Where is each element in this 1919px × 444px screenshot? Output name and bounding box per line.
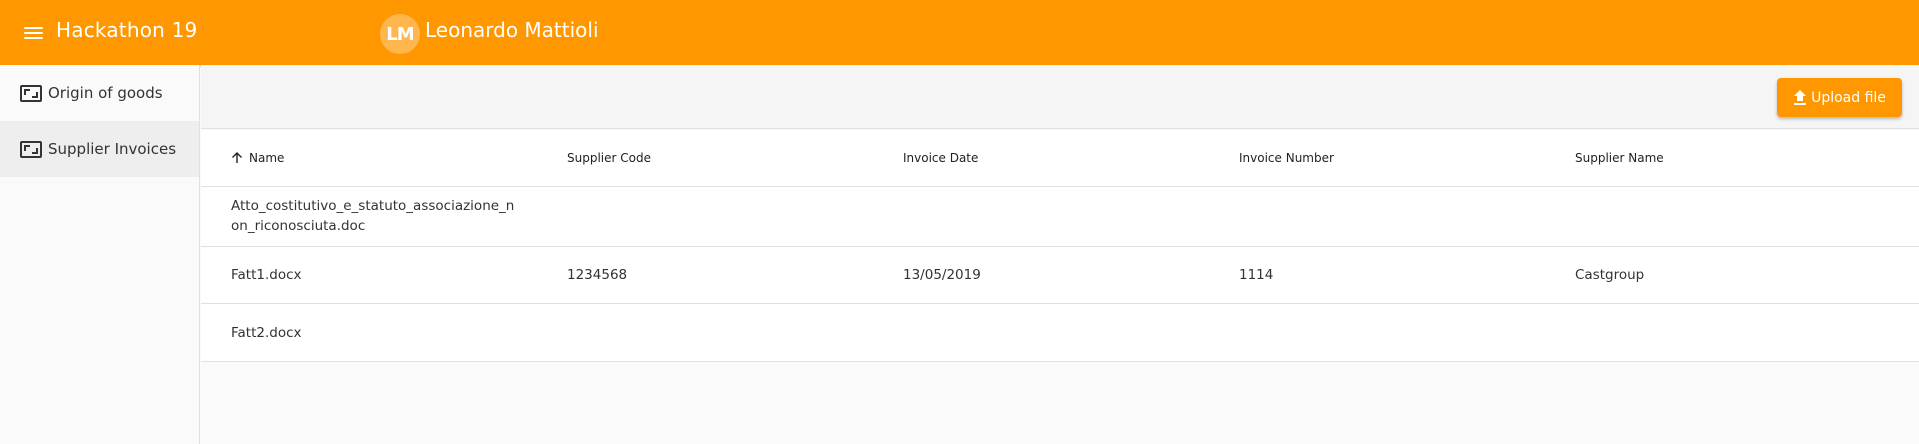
sidebar-item-label: Origin of goods [48,84,163,102]
column-header-invoice-number[interactable]: Invoice Number [1209,151,1545,165]
app-bar: Hackathon 19 LM Leonardo Mattioli [0,0,1919,65]
sidebar-item-origin-of-goods[interactable]: Origin of goods [0,65,199,121]
cell-name: Fatt2.docx [231,324,302,341]
column-header-supplier-name[interactable]: Supplier Name [1545,151,1881,165]
cell-name: Fatt1.docx [231,267,302,283]
cell-invoice-number: 1114 [1239,267,1274,283]
column-header-invoice-date[interactable]: Invoice Date [873,151,1209,165]
upload-file-button[interactable]: Upload file [1777,78,1902,117]
cell-supplier-name: Castgroup [1575,267,1645,283]
cell-supplier-code: 1234568 [567,267,628,283]
column-header-supplier-code[interactable]: Supplier Code [537,151,873,165]
image-frame-icon [20,84,42,102]
menu-icon[interactable] [24,22,46,44]
table-row[interactable]: Fatt1.docx 1234568 13/05/2019 1114 Castg… [201,247,1919,304]
table-row[interactable]: Fatt2.docx [201,304,1919,361]
cell-name: Atto_costitutivo_e_statuto_associazione_… [231,198,515,234]
user-name: Leonardo Mattioli [425,18,599,42]
table-header-row: Name Supplier Code Invoice Date Invoice … [201,130,1919,187]
app-title: Hackathon 19 [56,18,198,42]
arrow-up-icon [232,152,242,163]
avatar[interactable]: LM [380,14,420,54]
toolbar: Upload file [201,65,1919,129]
upload-file-label: Upload file [1811,89,1886,106]
sidebar-item-supplier-invoices[interactable]: Supplier Invoices [0,121,199,177]
table-row[interactable]: Atto_costitutivo_e_statuto_associazione_… [201,187,1919,247]
cell-invoice-date: 13/05/2019 [903,267,981,283]
invoices-table: Name Supplier Code Invoice Date Invoice … [201,130,1919,362]
image-frame-icon [20,140,42,158]
column-header-name[interactable]: Name [201,151,537,165]
sidebar-item-label: Supplier Invoices [48,140,177,158]
sidebar: Origin of goods Supplier Invoices [0,65,200,444]
upload-icon [1794,89,1807,105]
